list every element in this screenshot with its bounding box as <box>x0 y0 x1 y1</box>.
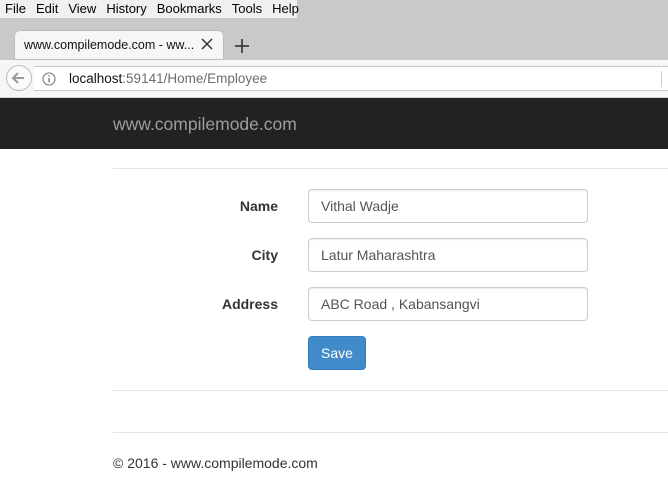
back-button[interactable] <box>6 65 32 91</box>
site-brand-link[interactable]: www.compilemode.com <box>113 114 297 135</box>
menu-edit[interactable]: Edit <box>36 1 58 17</box>
close-icon[interactable] <box>199 36 215 52</box>
tab-strip: www.compilemode.com - ww... <box>0 18 668 60</box>
info-icon[interactable] <box>42 72 56 86</box>
navigation-toolbar: localhost:59141/Home/Employee <box>0 60 668 98</box>
city-input[interactable] <box>308 238 588 272</box>
browser-tab[interactable]: www.compilemode.com - ww... <box>14 30 224 60</box>
address-bar[interactable]: localhost:59141/Home/Employee <box>34 66 668 91</box>
name-input[interactable] <box>308 189 588 223</box>
site-navbar: www.compilemode.com <box>0 98 668 149</box>
menu-file[interactable]: File <box>5 1 26 17</box>
menu-history[interactable]: History <box>106 1 146 17</box>
top-divider <box>113 168 668 169</box>
city-label: City <box>251 247 278 263</box>
back-arrow-icon <box>11 72 24 84</box>
footer-text: © 2016 - www.compilemode.com <box>113 455 318 471</box>
browser-menu-bar: File Edit View History Bookmarks Tools H… <box>0 0 668 18</box>
address-input[interactable] <box>308 287 588 321</box>
content-divider <box>113 390 668 391</box>
url-host: localhost <box>69 71 123 86</box>
url-path: :59141/Home/Employee <box>122 71 268 86</box>
new-tab-icon[interactable] <box>232 36 252 56</box>
save-button[interactable]: Save <box>308 336 366 370</box>
menu-view[interactable]: View <box>68 1 96 17</box>
menu-tools[interactable]: Tools <box>232 1 262 17</box>
toolbar-divider <box>661 71 662 87</box>
name-label: Name <box>239 198 278 214</box>
address-label: Address <box>221 296 278 312</box>
url-text: localhost:59141/Home/Employee <box>69 71 267 86</box>
tab-title: www.compilemode.com - ww... <box>24 38 195 52</box>
footer-divider <box>113 432 668 433</box>
menu-strip: File Edit View History Bookmarks Tools H… <box>0 0 299 18</box>
menu-bookmarks[interactable]: Bookmarks <box>157 1 222 17</box>
menu-help[interactable]: Help <box>272 1 299 17</box>
